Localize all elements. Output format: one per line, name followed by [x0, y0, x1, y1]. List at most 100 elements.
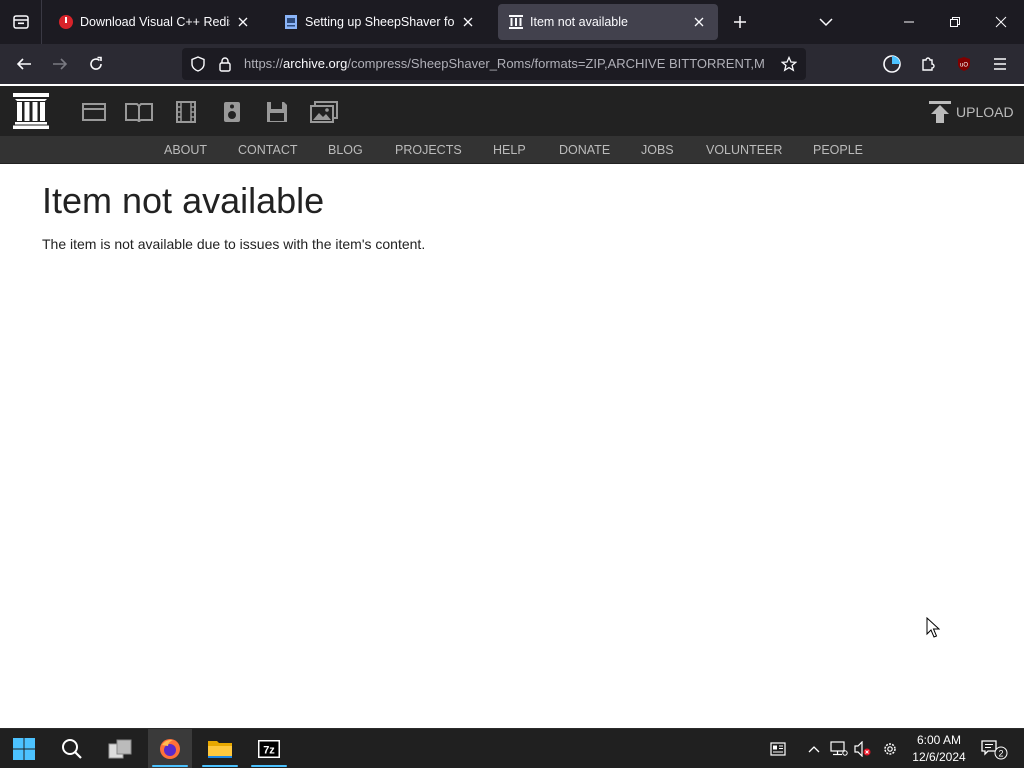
upload-icon	[929, 101, 951, 123]
running-indicator	[202, 765, 238, 767]
firefox-icon	[160, 739, 180, 759]
browser-tab-2[interactable]: Setting up SheepShaver for Win	[273, 4, 487, 40]
texts-icon[interactable]	[125, 98, 153, 126]
error-message: The item is not available due to issues …	[42, 236, 426, 252]
network-tray[interactable]	[828, 729, 850, 768]
network-icon	[830, 741, 848, 756]
search-button[interactable]	[50, 729, 94, 768]
app-menu-button[interactable]	[986, 50, 1014, 78]
archive-pillars-icon	[508, 14, 524, 30]
search-icon	[62, 739, 82, 759]
news-icon	[770, 742, 786, 756]
file-explorer-icon	[208, 741, 232, 758]
lock-icon[interactable]	[216, 55, 234, 73]
opera-red-icon	[58, 14, 74, 30]
screen: Download Visual C++ Redistrib Setting up…	[0, 0, 1024, 768]
account-extension-button[interactable]	[878, 50, 906, 78]
gear-icon	[884, 743, 896, 755]
start-button[interactable]	[2, 729, 46, 768]
7zip-icon: 7z	[258, 740, 280, 758]
nav-link-blog[interactable]: BLOG	[328, 143, 363, 157]
new-tab-button[interactable]	[728, 10, 752, 34]
software-icon[interactable]	[263, 98, 291, 126]
restore-icon	[950, 17, 960, 27]
system-clock[interactable]: 6:00 AM 12/6/2024	[906, 732, 972, 766]
arrow-right-icon	[53, 58, 68, 70]
running-indicator	[251, 765, 287, 767]
notification-icon: 2	[981, 740, 1008, 760]
address-bar[interactable]: https://archive.org/compress/SheepShaver…	[182, 48, 806, 80]
browser-tab-1[interactable]: Download Visual C++ Redistrib	[48, 4, 262, 40]
nav-link-help[interactable]: HELP	[493, 143, 526, 157]
url-prefix: https://	[244, 56, 284, 71]
web-icon[interactable]	[80, 98, 108, 126]
document-page-icon	[283, 14, 299, 30]
ia-top-nav: UPLOAD	[0, 86, 1024, 136]
extensions-button[interactable]	[914, 50, 942, 78]
images-icon[interactable]	[310, 98, 338, 126]
url-host: archive.org	[283, 56, 348, 71]
nav-link-people[interactable]: PEOPLE	[813, 143, 863, 157]
close-window-button[interactable]	[978, 0, 1024, 44]
internet-archive-logo-icon[interactable]	[12, 92, 50, 130]
plus-icon	[734, 16, 746, 28]
bookmark-star-icon[interactable]	[780, 55, 798, 73]
volume-tray[interactable]	[852, 729, 874, 768]
tab-close-icon[interactable]	[234, 13, 252, 31]
arrow-left-icon	[16, 58, 31, 70]
windows-start-icon	[13, 738, 35, 760]
circle-progress-icon	[883, 55, 901, 73]
restore-button[interactable]	[932, 0, 978, 44]
close-icon	[995, 16, 1007, 28]
windows-taskbar: 7z 6:00 AM 12/6/2024 2	[0, 728, 1024, 768]
tab-title: Download Visual C++ Redistrib	[80, 15, 230, 29]
clock-time: 6:00 AM	[916, 733, 962, 747]
settings-tray[interactable]	[878, 729, 902, 768]
browser-nav-bar: https://archive.org/compress/SheepShaver…	[0, 44, 1024, 84]
ublock-shield-icon: uO	[958, 57, 970, 71]
task-view-button[interactable]	[98, 729, 142, 768]
nav-link-projects[interactable]: PROJECTS	[395, 143, 462, 157]
upload-link[interactable]: UPLOAD	[928, 100, 1014, 124]
taskbar-7zip[interactable]: 7z	[247, 729, 291, 768]
minimize-button[interactable]	[886, 0, 932, 44]
tab-close-icon[interactable]	[690, 13, 708, 31]
nav-link-jobs[interactable]: JOBS	[641, 143, 674, 157]
video-icon[interactable]	[172, 98, 200, 126]
list-all-tabs-button[interactable]	[814, 10, 838, 34]
nav-link-about[interactable]: ABOUT	[164, 143, 207, 157]
notification-center-button[interactable]: 2	[978, 729, 1012, 768]
audio-icon[interactable]	[218, 98, 246, 126]
nav-link-donate[interactable]: DONATE	[559, 143, 610, 157]
svg-text:uO: uO	[960, 63, 968, 69]
task-view-icon	[108, 739, 132, 759]
tab-title: Setting up SheepShaver for Win	[305, 15, 455, 29]
tracking-protection-shield-icon[interactable]	[189, 55, 207, 73]
news-widget-tray[interactable]	[766, 729, 790, 768]
reload-button[interactable]	[82, 50, 110, 78]
back-button[interactable]	[10, 50, 38, 78]
puzzle-icon	[922, 57, 935, 71]
url-text[interactable]: https://archive.org/compress/SheepShaver…	[244, 56, 772, 71]
taskbar-firefox[interactable]	[148, 729, 192, 768]
firefox-view-icon	[12, 15, 29, 29]
show-hidden-icons-button[interactable]	[804, 729, 824, 768]
tab-close-icon[interactable]	[459, 13, 477, 31]
forward-button[interactable]	[46, 50, 74, 78]
browser-tab-bar: Download Visual C++ Redistrib Setting up…	[0, 0, 1024, 44]
page-title: Item not available	[42, 180, 325, 221]
mouse-cursor-icon	[926, 617, 940, 638]
reload-icon	[90, 56, 102, 70]
tab-title: Item not available	[530, 15, 628, 29]
taskbar-file-explorer[interactable]	[198, 729, 242, 768]
chevron-up-icon	[808, 746, 820, 753]
hamburger-menu-icon	[994, 58, 1006, 70]
browser-tab-3-active[interactable]: Item not available	[498, 4, 718, 40]
minimize-icon	[904, 21, 914, 23]
ublock-origin-button[interactable]: uO	[950, 50, 978, 78]
svg-text:7z: 7z	[263, 745, 275, 757]
nav-link-volunteer[interactable]: VOLUNTEER	[706, 143, 782, 157]
nav-link-contact[interactable]: CONTACT	[238, 143, 298, 157]
active-indicator	[152, 765, 188, 767]
firefox-view-button[interactable]	[0, 0, 42, 44]
